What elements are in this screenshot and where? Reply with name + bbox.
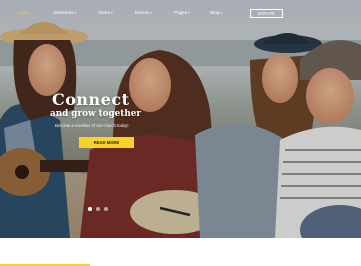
nav-item-label: About (98, 10, 111, 15)
nav-item-label: Ministries (54, 10, 74, 15)
nav-item-label: Events (135, 10, 150, 15)
nav-item-label: Home (18, 10, 31, 15)
content-section (0, 238, 361, 266)
donate-button[interactable]: DONATE (250, 9, 283, 18)
slider-dot[interactable] (96, 207, 100, 211)
chevron-down-icon: ▾ (74, 11, 77, 15)
chevron-down-icon: ▾ (111, 11, 113, 15)
nav-item-pages[interactable]: Pages▾ (174, 10, 190, 15)
main-navigation: Home Ministries▾ About▾ Events▾ Pages▾ B… (0, 0, 361, 28)
nav-item-blog[interactable]: Blog▾ (210, 10, 222, 15)
hero-overlay (0, 0, 361, 238)
slider-dot[interactable] (104, 207, 108, 211)
hero-subtitle: and grow together (50, 109, 141, 119)
nav-item-home[interactable]: Home (18, 10, 30, 15)
page: Home Ministries▾ About▾ Events▾ Pages▾ B… (0, 0, 361, 266)
nav-item-about[interactable]: About▾ (98, 10, 113, 15)
chevron-down-icon: ▾ (150, 11, 152, 15)
slider-dot[interactable] (88, 207, 92, 211)
chevron-down-icon: ▾ (220, 11, 223, 15)
hero-title: Connect (52, 90, 130, 109)
nav-item-events[interactable]: Events▾ (135, 10, 152, 15)
chevron-down-icon: ▾ (188, 11, 190, 15)
hero-slider: Home Ministries▾ About▾ Events▾ Pages▾ B… (0, 0, 361, 238)
nav-item-ministries[interactable]: Ministries▾ (54, 10, 76, 15)
hero-tagline: Become a member of our church today! (55, 123, 129, 128)
read-more-button[interactable]: READ MORE (79, 137, 134, 148)
nav-item-label: Pages (174, 10, 188, 15)
nav-item-label: Blog (210, 10, 220, 15)
